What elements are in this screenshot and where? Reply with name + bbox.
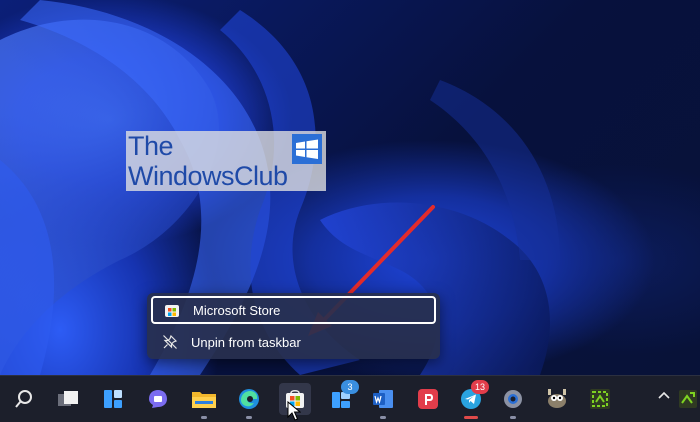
chevron-up-icon[interactable] bbox=[657, 390, 671, 400]
taskbar-context-menu: Microsoft Store Unpin from taskbar bbox=[147, 293, 440, 359]
running-indicator bbox=[510, 416, 516, 419]
widgets-board-icon[interactable]: 3 bbox=[325, 380, 359, 415]
menu-item-label: Microsoft Store bbox=[193, 302, 281, 318]
unpin-icon bbox=[161, 333, 179, 351]
running-indicator bbox=[380, 416, 386, 419]
task-view-icon[interactable] bbox=[52, 383, 84, 415]
microsoft-store-icon bbox=[163, 301, 181, 319]
notification-badge: 3 bbox=[341, 380, 359, 394]
gimp-icon[interactable] bbox=[541, 383, 573, 415]
menu-item-microsoft-store[interactable]: Microsoft Store bbox=[151, 296, 436, 324]
taskbar: 3 13 bbox=[0, 375, 700, 422]
mouse-cursor-icon bbox=[287, 401, 301, 421]
widgets-icon[interactable] bbox=[97, 383, 129, 415]
microsoft-edge-icon[interactable] bbox=[233, 383, 265, 419]
settings-gear-icon[interactable] bbox=[497, 383, 529, 419]
pocket-casts-icon[interactable] bbox=[412, 383, 444, 415]
tray-greenshot-icon[interactable] bbox=[672, 383, 700, 415]
greenshot-icon[interactable] bbox=[584, 383, 616, 415]
file-explorer-icon[interactable] bbox=[188, 383, 220, 419]
telegram-icon[interactable]: 13 bbox=[455, 380, 489, 419]
running-indicator bbox=[201, 416, 207, 419]
search-icon[interactable] bbox=[8, 383, 40, 415]
menu-item-unpin-from-taskbar[interactable]: Unpin from taskbar bbox=[151, 328, 436, 356]
microsoft-store-taskbar-icon[interactable] bbox=[279, 383, 311, 421]
menu-item-label: Unpin from taskbar bbox=[191, 334, 301, 350]
notification-badge: 13 bbox=[471, 380, 489, 394]
teams-chat-icon[interactable] bbox=[142, 383, 174, 415]
microsoft-word-icon[interactable] bbox=[367, 383, 399, 419]
running-indicator bbox=[464, 416, 478, 419]
running-indicator bbox=[246, 416, 252, 419]
